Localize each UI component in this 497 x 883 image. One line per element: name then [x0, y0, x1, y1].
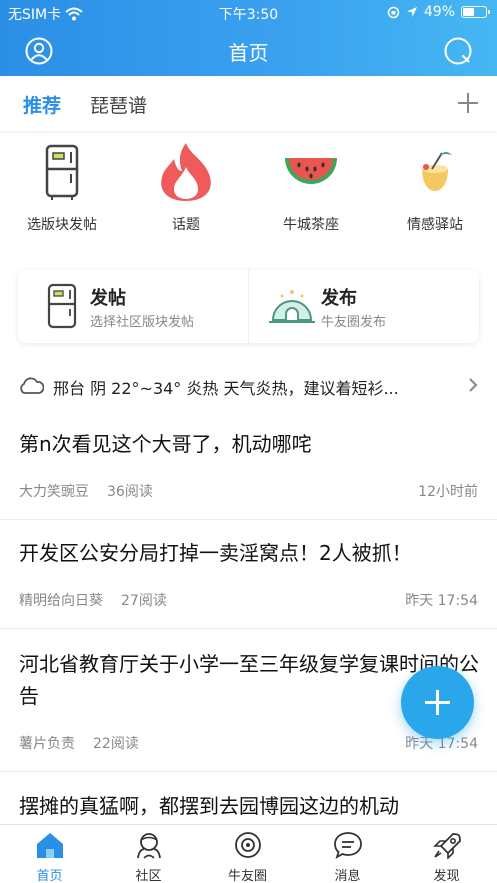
bottom-tab-bar: 首页 社区 牛友圈 消息 发现 — [0, 824, 497, 883]
flame-icon — [161, 143, 211, 201]
article-author: 大力笑豌豆 — [19, 484, 89, 500]
article-reads: 36阅读 — [107, 484, 153, 500]
publish-to-circle-button[interactable]: 发布 牛友圈发布 — [249, 270, 479, 343]
publish-title: 发布 — [321, 288, 357, 309]
rotation-lock-icon — [387, 6, 400, 18]
coconut-drink-icon — [422, 152, 452, 191]
article-time: 昨天 17:54 — [405, 593, 478, 609]
weather-bar[interactable]: 邢台 阴 22°~34° 炎热 天气炎热，建议着短衫... — [0, 360, 497, 410]
fridge-icon — [47, 283, 77, 329]
community-icon — [136, 833, 161, 859]
tabbar-discover[interactable]: 发现 — [397, 831, 496, 883]
app-header: 无SIM卡 下午3:50 49% 首页 — [0, 0, 497, 76]
article-author: 薯片负责 — [19, 736, 75, 752]
page-title: 首页 — [228, 41, 269, 65]
article-item[interactable]: 摆摊的真猛啊，都摆到去园博园这边的机动 — [0, 772, 497, 824]
message-icon — [333, 832, 362, 859]
category-tabs: 推荐 琵琶谱 — [0, 76, 497, 131]
article-title: 第n次看见这个大哥了，机动哪咤 — [19, 432, 312, 456]
post-title: 发帖 — [90, 288, 126, 309]
rocket-icon — [432, 833, 461, 860]
tab-pipa-score[interactable]: 琵琶谱 — [90, 91, 147, 118]
add-tab-icon[interactable] — [457, 92, 479, 114]
tabbar-community[interactable]: 社区 — [99, 831, 198, 883]
quick-actions: 选版块发帖 话题 牛城茶座 情感驿站 — [0, 140, 497, 240]
article-item[interactable]: 开发区公安分局打掉一卖淫窝点！2人被抓！ 精明给向日葵 27阅读 昨天 17:54 — [0, 520, 497, 629]
article-title: 摆摊的真猛啊，都摆到去园博园这边的机动 — [19, 794, 399, 818]
location-icon — [406, 7, 417, 17]
igloo-icon — [269, 290, 315, 323]
status-bar: 无SIM卡 下午3:50 49% — [0, 0, 497, 26]
post-to-board-button[interactable]: 发帖 选择社区版块发帖 — [18, 270, 248, 343]
post-subtitle: 选择社区版块发帖 — [90, 315, 195, 330]
tabbar-friends-circle[interactable]: 牛友圈 — [198, 831, 297, 883]
article-item[interactable]: 第n次看见这个大哥了，机动哪咤 大力笑豌豆 36阅读 12小时前 — [0, 410, 497, 520]
quick-action-select-board[interactable]: 选版块发帖 — [0, 140, 124, 234]
nav-bar: 首页 — [0, 26, 497, 76]
tabbar-messages[interactable]: 消息 — [298, 831, 397, 883]
home-icon — [36, 833, 63, 858]
weather-text: 邢台 阴 22°~34° 炎热 天气炎热，建议着短衫... — [53, 379, 399, 398]
tab-recommend[interactable]: 推荐 — [23, 91, 61, 118]
quick-action-topic[interactable]: 话题 — [124, 140, 248, 234]
publish-subtitle: 牛友圈发布 — [321, 315, 387, 330]
watermelon-icon — [285, 158, 337, 184]
article-title: 开发区公安分局打掉一卖淫窝点！2人被抓！ — [19, 541, 412, 565]
tabbar-home[interactable]: 首页 — [0, 831, 99, 883]
article-time: 12小时前 — [418, 484, 478, 500]
article-reads: 27阅读 — [121, 593, 167, 609]
chevron-right-icon — [469, 378, 478, 392]
plus-icon — [425, 690, 450, 715]
post-card: 发帖 选择社区版块发帖 发布 牛友圈发布 — [18, 270, 479, 343]
article-author: 精明给向日葵 — [19, 593, 103, 609]
fridge-icon — [45, 144, 79, 200]
battery-icon — [461, 6, 490, 18]
create-post-fab[interactable] — [401, 666, 474, 739]
friends-circle-icon — [234, 832, 261, 858]
cloud-icon — [20, 377, 44, 394]
search-icon[interactable] — [444, 37, 472, 65]
article-reads: 22阅读 — [93, 736, 139, 752]
battery-percent: 49% — [423, 4, 455, 20]
quick-action-tea-house[interactable]: 牛城茶座 — [249, 140, 373, 234]
quick-action-emotion-station[interactable]: 情感驿站 — [373, 140, 497, 234]
